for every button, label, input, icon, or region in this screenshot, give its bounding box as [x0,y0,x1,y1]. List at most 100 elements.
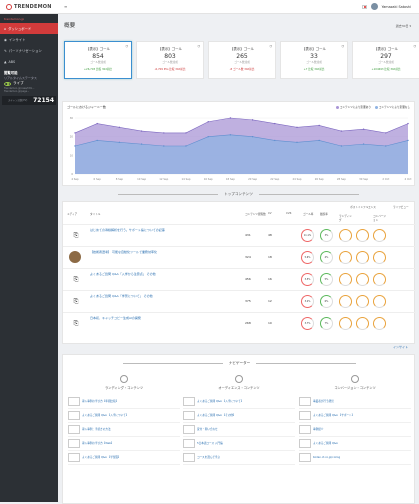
data-point[interactable] [407,139,409,142]
list-item[interactable]: コースを選んで学ぶ [183,451,295,465]
data-point[interactable] [296,126,298,129]
list-item[interactable]: よくあるご質問 Q&A 【入学について】 [68,409,180,423]
data-point[interactable] [207,135,209,138]
legend-item[interactable]: コンテンツにより影響なし [374,105,410,109]
info-icon[interactable]: ◔ [341,44,344,48]
data-point[interactable] [140,130,143,132]
kpi-card[interactable]: ◔ 【表示】ゴール 265 ゴール数達成 -8 ゴール数 30d前比 [208,41,276,79]
sidebar-item-insight[interactable]: ◉ インサイト [0,34,58,45]
menu-icon[interactable]: ≡ [64,4,67,9]
data-point[interactable] [163,145,165,147]
data-point[interactable] [340,130,343,132]
item-link[interactable]: よくあるご質問 Q&A 【入学について】 [82,414,128,417]
kpi-card[interactable]: ◔ 【表示】ゴール 33 ゴール数達成 +7 比較 30d前比 [280,41,348,79]
table-row[interactable]: 【技術者選考】 可能な自動化ツールで業務効率化 324 18 5.6% 4% [63,246,416,268]
insight-link[interactable]: インサイト [393,345,408,349]
list-item[interactable]: よくあるご質問 Q&A 【その他】 [183,409,295,423]
data-point[interactable] [74,132,76,134]
data-point[interactable] [274,122,276,125]
legend-item[interactable]: コンテンツにより影響あり [335,105,371,109]
conversion-ring [373,317,386,330]
data-point[interactable] [274,139,276,142]
table-row[interactable]: ⎘ よくあるご質問 Q&A「入学から注意点」 その他 456 16 3.5% 5… [63,268,416,290]
list-item[interactable]: 導入事例の学び方【年間比較】 [68,395,180,409]
sidebar-item-abs[interactable]: ▲ ABS [0,56,58,67]
x-tick-label: 18 Sep [226,177,235,181]
data-point[interactable] [296,141,298,143]
list-item[interactable]: 5日本語コース 入門編 [183,437,295,451]
data-point[interactable] [318,124,320,127]
item-link[interactable]: よくあるご質問 Q&A [313,442,338,445]
item-link[interactable]: 受付・問い合わせ [197,428,218,431]
item-link[interactable]: よくあるご質問 Q&A 【入学について】 [197,400,243,403]
kpi-card[interactable]: ◔ 【表示】ゴール 803 ゴール数達成 -6,709 PVs 比較 30d前比 [136,41,204,79]
list-item[interactable]: よくあるご質問 Q&A 【入学について】 [183,395,295,409]
sidebar-item-dashboard[interactable]: ⌂ ダッシュボード [0,23,58,34]
data-point[interactable] [207,121,209,123]
item-link[interactable]: よくあるご質問 Q&A 【その他】 [197,414,236,417]
table-row[interactable]: ⎘ はじめての導線解析を行う。サポート編についての記事 431 48 11.1%… [63,224,416,246]
table-row[interactable]: ⎘ よくあるご質問 Q&A「学習について」 その他 375 12 3.2% 6% [63,290,416,312]
item-link[interactable]: 導入事例：手続きの方法 [82,428,111,431]
column-header: コンバージョン [373,215,386,222]
list-item[interactable]: 導入事例：手続きの方法 [68,423,180,437]
item-link[interactable]: コースを選んで学ぶ [197,456,220,459]
data-point[interactable] [385,132,387,134]
data-point[interactable] [140,143,143,145]
list-item[interactable]: 事業者が行う経営 [299,395,411,409]
list-item[interactable]: 導入事例の学び方【Web】 [68,437,180,451]
sidebar-item-personalization[interactable]: ✎ パーソナリゼーション [0,45,58,56]
content-title-link[interactable]: 【技術者選考】 可能な自動化ツールで業務効率化 [90,250,200,255]
language-flag-icon[interactable] [361,4,367,9]
data-point[interactable] [229,134,232,136]
data-point[interactable] [407,122,409,125]
info-icon[interactable]: ◔ [125,44,128,48]
data-point[interactable] [163,132,165,134]
list-item[interactable]: よくあるご質問 Q&A [299,437,411,451]
content-title-link[interactable]: よくあるご質問 Q&A「学習について」 その他 [90,294,200,299]
column-title: ランディング・コンテンツ [104,386,144,390]
content-title-link[interactable]: よくあるご質問 Q&A「入学から注意点」 その他 [90,272,200,277]
list-item[interactable]: よくあるご質問 Q&A 【学習面】 [68,451,180,465]
data-point[interactable] [318,139,320,142]
data-point[interactable] [118,141,121,143]
info-icon[interactable]: ◔ [413,44,416,48]
list-item[interactable]: Kodan.ct.co.jp/c-blog [299,451,411,465]
item-link[interactable]: 事業者が行う経営 [313,400,334,403]
data-point[interactable] [74,145,76,147]
item-link[interactable]: よくあるご質問 Q&A 【学習面】 [82,456,121,459]
user-name[interactable]: Yamazaki Satoshi [382,5,411,9]
data-point[interactable] [96,139,98,142]
content-title-link[interactable]: はじめての導線解析を行う。サポート編についての記事 [90,228,200,233]
data-point[interactable] [96,122,98,125]
data-point[interactable] [362,143,365,145]
kpi-card[interactable]: ◔ 【表示】ゴール 854 ゴール数達成 +26,793 比較 30d前比 [64,41,132,79]
data-point[interactable] [185,132,187,134]
data-point[interactable] [362,128,365,130]
item-link[interactable]: 5日本語コース 入門編 [197,442,223,445]
logo[interactable]: TRENDEMON [6,4,52,10]
list-item[interactable]: よくあるご質問 Q&A 【サポート】 [299,409,411,423]
info-icon[interactable]: ◔ [269,44,272,48]
list-item[interactable]: 事例紹介 [299,423,411,437]
content-title-link[interactable]: 日本初、キャッチコピー生成AIの開発 [90,316,200,321]
item-link[interactable]: 導入事例の学び方【年間比較】 [82,400,118,403]
item-link[interactable]: Kodan.ct.co.jp/c-blog [313,456,340,459]
data-point[interactable] [340,145,343,147]
data-point[interactable] [118,126,121,129]
info-icon[interactable]: ◔ [197,44,200,48]
site-name[interactable]: trendemon.jp [0,14,58,23]
item-link[interactable]: よくあるご質問 Q&A 【サポート】 [313,414,354,417]
data-point[interactable] [185,145,187,147]
item-link[interactable]: 事例紹介 [313,428,323,431]
data-point[interactable] [229,117,232,119]
period-selector[interactable]: 過去30日 ▾ [396,24,411,28]
avatar[interactable] [370,3,378,10]
item-link[interactable]: 導入事例の学び方【Web】 [82,442,114,445]
kpi-card[interactable]: ◔ 【表示】ゴール 297 ゴール数達成 +104693 比較 30d前比 [352,41,419,79]
data-point[interactable] [385,145,387,147]
list-item[interactable]: 受付・問い合わせ [183,423,295,437]
data-point[interactable] [251,119,254,121]
table-row[interactable]: ⎘ 日本初、キャッチコピー生成AIの開発 268 10 3.7% 7% [63,312,416,334]
data-point[interactable] [251,135,254,138]
